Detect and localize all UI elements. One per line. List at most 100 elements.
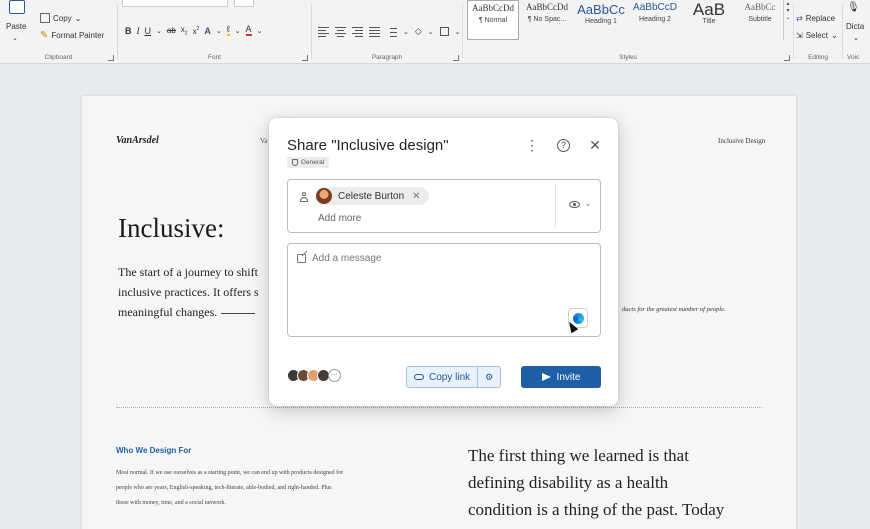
- page-header-title: Inclusive Design: [718, 137, 766, 145]
- copy-link-button[interactable]: Copy link: [407, 367, 477, 387]
- align-left-icon[interactable]: [318, 27, 329, 37]
- intro-line: inclusive practices. It offers s: [118, 285, 259, 299]
- edit-icon: [297, 254, 306, 263]
- share-dialog: Share "Inclusive design" ⋮ ? ✕ General C…: [269, 118, 618, 406]
- recipient-name: Celeste Burton: [338, 190, 405, 202]
- add-more-input[interactable]: Add more: [318, 213, 361, 224]
- person-icon: [300, 192, 308, 202]
- line-spacing-icon[interactable]: [386, 27, 397, 37]
- highlight-dropdown[interactable]: ⌄: [235, 27, 241, 35]
- borders-dropdown[interactable]: ⌄: [455, 28, 461, 36]
- line-spacing-dropdown[interactable]: ⌄: [403, 28, 409, 36]
- sensitivity-badge[interactable]: General: [287, 157, 330, 168]
- justify-icon[interactable]: [369, 27, 380, 37]
- recipients-field[interactable]: Celeste Burton ✕ Add more ⌄: [287, 179, 601, 233]
- dictate-dropdown[interactable]: ⌄: [853, 34, 859, 42]
- font-color-button[interactable]: A: [245, 25, 252, 37]
- remove-recipient-icon[interactable]: ✕: [412, 191, 420, 202]
- format-painter-button[interactable]: ✎ Format Painter: [40, 30, 104, 41]
- microphone-icon[interactable]: 🎙: [847, 2, 860, 13]
- section-body-line: people who are years, English-speaking, …: [116, 485, 332, 491]
- rule-line: [221, 312, 256, 314]
- subscript-button[interactable]: x2: [181, 25, 188, 37]
- editing-group: ⇄ Replace ⇲ Select ⌄ Editing: [794, 0, 842, 64]
- underline-button[interactable]: U: [145, 26, 152, 36]
- text-effects-button[interactable]: A: [204, 26, 211, 36]
- font-name-box[interactable]: [122, 0, 228, 7]
- avatar: [316, 188, 332, 204]
- invite-button[interactable]: Invite: [521, 366, 601, 388]
- highlight-button[interactable]: ℓ: [226, 25, 230, 37]
- close-icon[interactable]: ✕: [588, 137, 602, 153]
- font-format-row: B I U ⌄ ab x2 x2 A ⌄ ℓ ⌄ A ⌄: [125, 25, 262, 37]
- underline-dropdown[interactable]: ⌄: [156, 27, 162, 35]
- format-painter-icon: ✎: [40, 30, 49, 41]
- header-fragment: Va: [260, 137, 268, 145]
- font-size-box[interactable]: [234, 0, 254, 7]
- intro-line: The start of a journey to shift: [118, 265, 258, 279]
- recipient-chip[interactable]: Celeste Burton ✕: [315, 187, 429, 205]
- select-button[interactable]: ⇲ Select ⌄: [796, 31, 838, 40]
- style-heading-1[interactable]: AaBbCc Heading 1: [575, 0, 627, 40]
- more-options-icon[interactable]: ⋮: [525, 137, 539, 153]
- text-effects-dropdown[interactable]: ⌄: [216, 27, 222, 35]
- styles-scroll[interactable]: ▴ ▾ ⌄: [783, 0, 792, 40]
- font-group: B I U ⌄ ab x2 x2 A ⌄ ℓ ⌄ A ⌄ Font: [118, 0, 311, 64]
- pull-quote-line: The first thing we learned is that: [468, 446, 689, 465]
- superscript-button[interactable]: x2: [193, 26, 200, 36]
- copy-icon: [40, 13, 50, 23]
- intro-line: meaningful changes.: [118, 302, 288, 322]
- voice-label: Voic: [847, 54, 860, 61]
- section-body: Most normal. If we use ourselves as a st…: [116, 466, 426, 511]
- italic-button[interactable]: I: [137, 26, 140, 36]
- clipboard-launcher[interactable]: [108, 55, 114, 61]
- send-icon: [541, 373, 551, 381]
- paste-icon[interactable]: [9, 0, 25, 14]
- strikethrough-button[interactable]: ab: [167, 26, 176, 35]
- eye-icon: [569, 200, 580, 208]
- company-logo: VanArsdel: [116, 135, 159, 146]
- align-center-icon[interactable]: [335, 27, 346, 37]
- bold-button[interactable]: B: [125, 26, 132, 36]
- borders-icon[interactable]: [439, 27, 449, 36]
- link-settings-icon[interactable]: ⚙: [478, 367, 500, 387]
- shading-icon[interactable]: ◇: [415, 26, 422, 37]
- list-buttons-row: [318, 0, 453, 7]
- paste-button[interactable]: Paste: [6, 22, 26, 31]
- section-body-line: Most normal. If we use ourselves as a st…: [116, 470, 344, 476]
- shading-dropdown[interactable]: ⌄: [428, 28, 434, 36]
- paragraph-launcher[interactable]: [453, 55, 459, 61]
- font-label: Font: [207, 54, 221, 61]
- replace-button[interactable]: ⇄ Replace: [796, 14, 835, 23]
- intro-paragraph: The start of a journey to shift inclusiv…: [118, 262, 288, 322]
- divider: [555, 185, 556, 227]
- style-subtitle[interactable]: AaBbCc Subtitle: [737, 0, 783, 40]
- permission-dropdown[interactable]: ⌄: [569, 200, 591, 208]
- message-field[interactable]: Add a message: [287, 243, 601, 337]
- paragraph-row: ⌄ ◇ ⌄ ⌄: [318, 26, 461, 37]
- style-title[interactable]: AaB Title: [683, 0, 735, 40]
- editing-label: Editing: [808, 54, 828, 61]
- style-normal[interactable]: AaBbCcDd ¶ Normal: [467, 0, 519, 40]
- shared-with-avatars[interactable]: ···: [287, 369, 341, 382]
- copy-button[interactable]: Copy ⌄: [40, 13, 81, 23]
- styles-launcher[interactable]: [784, 55, 790, 61]
- style-heading-2[interactable]: AaBbCcD Heading 2: [629, 0, 681, 40]
- dialog-actions: ⋮ ? ✕: [525, 137, 602, 153]
- link-icon: [414, 374, 424, 380]
- font-launcher[interactable]: [302, 55, 308, 61]
- font-color-dropdown[interactable]: ⌄: [257, 27, 263, 35]
- style-no-spacing[interactable]: AaBbCcDd ¶ No Spac...: [521, 0, 573, 40]
- share-dialog-title: Share "Inclusive design": [287, 137, 449, 154]
- dictate-button[interactable]: Dicta: [846, 22, 864, 31]
- pull-quote-line: defining disability as a health: [468, 473, 669, 492]
- help-icon[interactable]: ?: [557, 138, 570, 152]
- paragraph-group: ⌄ ◇ ⌄ ⌄ Paragraph: [312, 0, 462, 64]
- paste-dropdown[interactable]: ⌄: [12, 34, 18, 42]
- message-placeholder: Add a message: [312, 253, 382, 264]
- section-body-line: those with money, time, and a social net…: [116, 500, 226, 506]
- section-heading: Who We Design For: [116, 446, 192, 455]
- clipboard-group: Paste ⌄ Copy ⌄ ✎ Format Painter Clipboard: [0, 0, 117, 64]
- select-icon: ⇲: [796, 31, 803, 40]
- align-right-icon[interactable]: [352, 27, 363, 37]
